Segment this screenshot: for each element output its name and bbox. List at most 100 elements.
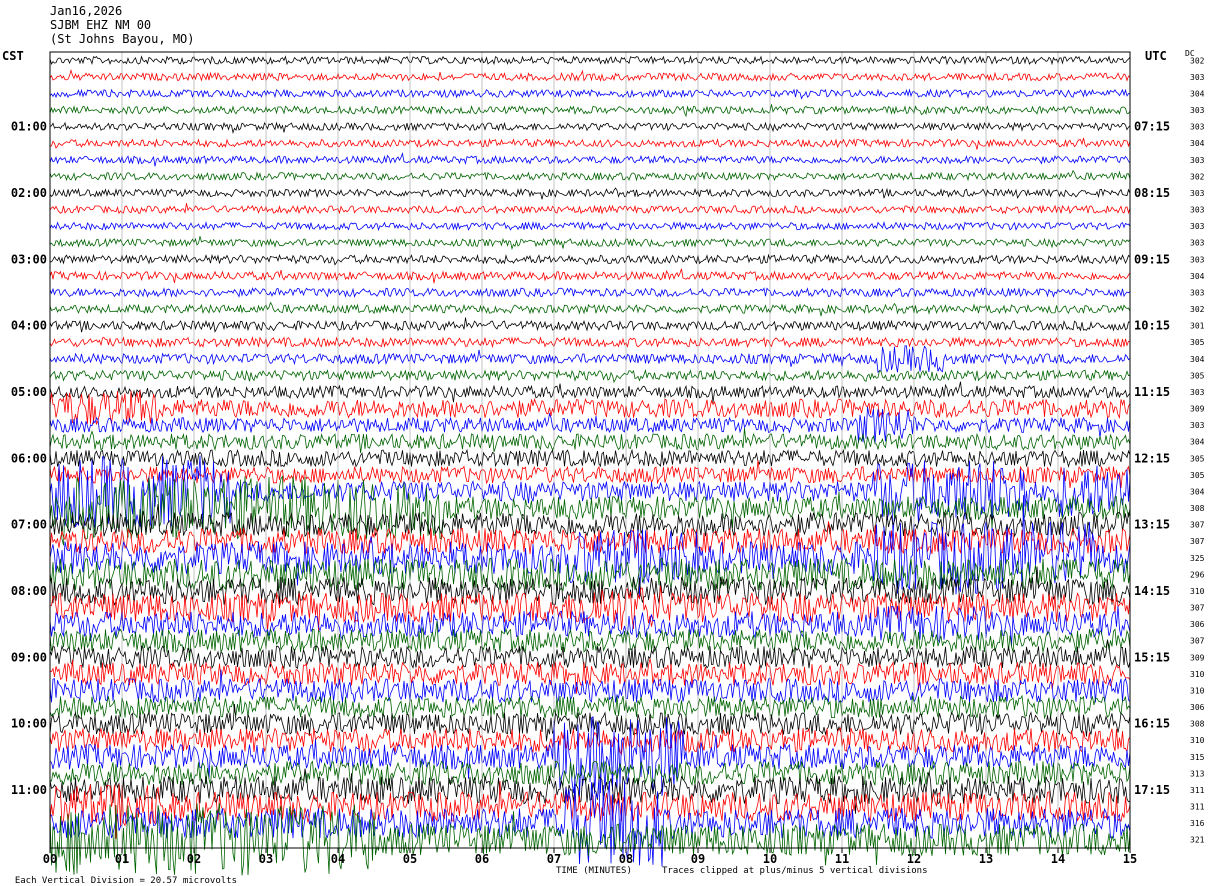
x-tick-label-8: 08 (619, 852, 633, 866)
right-hour-label-1: 08:15 (1134, 186, 1170, 200)
trace-row-10 (49, 221, 1131, 232)
dc-offset-21: 309 (1190, 405, 1205, 414)
left-hour-label-2: 03:00 (11, 252, 47, 266)
left-hour-label-7: 08:00 (11, 584, 47, 598)
trace-row-36 (49, 640, 1131, 670)
clip-footnote: Traces clipped at plus/minus 5 vertical … (662, 866, 928, 876)
x-tick-label-9: 09 (691, 852, 705, 866)
dc-offset-29: 307 (1190, 537, 1205, 546)
trace-row-6 (49, 152, 1131, 167)
right-hour-label-0: 07:15 (1134, 120, 1170, 134)
dc-offset-4: 303 (1190, 123, 1205, 132)
left-hour-label-4: 05:00 (11, 385, 47, 399)
trace-row-5 (49, 137, 1131, 150)
dc-offset-36: 309 (1190, 653, 1205, 662)
dc-offset-39: 306 (1190, 703, 1205, 712)
right-hour-label-6: 13:15 (1134, 518, 1170, 532)
trace-row-7 (49, 169, 1131, 182)
dc-offset-41: 310 (1190, 736, 1205, 745)
dc-offset-47: 321 (1190, 836, 1205, 845)
dc-offset-26: 304 (1190, 487, 1205, 496)
dc-offset-14: 303 (1190, 288, 1205, 297)
dc-offset-43: 313 (1190, 769, 1205, 778)
right-hour-label-2: 09:15 (1134, 252, 1170, 266)
trace-row-8 (49, 187, 1131, 200)
dc-offset-20: 303 (1190, 388, 1205, 397)
trace-row-14 (49, 287, 1131, 298)
dc-offset-8: 303 (1190, 189, 1205, 198)
right-hour-label-10: 17:15 (1134, 783, 1170, 797)
dc-offset-33: 307 (1190, 604, 1205, 613)
dc-offset-9: 303 (1190, 206, 1205, 215)
dc-offset-7: 302 (1190, 172, 1205, 181)
dc-offset-5: 304 (1190, 139, 1205, 148)
dc-offset-34: 306 (1190, 620, 1205, 629)
dc-offset-37: 310 (1190, 670, 1205, 679)
trace-row-20 (49, 381, 1131, 403)
trace-row-2 (49, 88, 1131, 100)
dc-offset-46: 316 (1190, 819, 1205, 828)
x-tick-label-1: 01 (115, 852, 129, 866)
right-hour-label-7: 14:15 (1134, 584, 1170, 598)
x-tick-label-12: 12 (907, 852, 921, 866)
trace-row-11 (49, 236, 1131, 251)
right-hour-label-4: 11:15 (1134, 385, 1170, 399)
dc-offset-15: 302 (1190, 305, 1205, 314)
dc-offset-31: 296 (1190, 570, 1205, 579)
trace-row-19 (49, 368, 1131, 384)
dc-offset-27: 308 (1190, 504, 1205, 513)
x-tick-label-6: 06 (475, 852, 489, 866)
trace-row-4 (49, 121, 1131, 134)
trace-row-41 (49, 727, 1131, 756)
helicorder-plot: 00 01 02 03 04 05 06 07 08 09 10 11 12 13 14 15 01:00 02:… (11, 51, 1205, 876)
trace-row-24 (49, 448, 1131, 469)
dc-offset-28: 307 (1190, 521, 1205, 530)
right-hour-label-8: 15:15 (1134, 650, 1170, 664)
dc-offset-45: 311 (1190, 803, 1205, 812)
trace-row-13 (49, 268, 1131, 284)
dc-offset-24: 305 (1190, 454, 1205, 463)
dc-offset-25: 305 (1190, 471, 1205, 480)
x-tick-label-5: 05 (403, 852, 417, 866)
x-tick-label-7: 07 (547, 852, 561, 866)
x-tick-label-4: 04 (331, 852, 345, 866)
scale-footnote: Each Vertical Division = 20.57 microvolt… (4, 866, 237, 886)
left-hour-label-3: 04:00 (11, 319, 47, 333)
time-axis-title: TIME (MINUTES) (556, 866, 632, 876)
right-hour-label-3: 10:15 (1134, 319, 1170, 333)
left-hour-label-6: 07:00 (11, 518, 47, 532)
x-tick-label-10: 10 (763, 852, 777, 866)
dc-offset-40: 308 (1190, 720, 1205, 729)
x-tick-label-14: 14 (1051, 852, 1065, 866)
x-tick-label-2: 02 (187, 852, 201, 866)
dc-offset-6: 303 (1190, 156, 1205, 165)
trace-row-9 (49, 203, 1131, 215)
left-hour-label-1: 02:00 (11, 186, 47, 200)
dc-offset-3: 303 (1190, 106, 1205, 115)
trace-row-18 (49, 345, 1131, 373)
dc-offset-2: 304 (1190, 89, 1205, 98)
dc-offset-18: 304 (1190, 355, 1205, 364)
dc-offset-32: 310 (1190, 587, 1205, 596)
left-hour-label-0: 01:00 (11, 120, 47, 134)
trace-row-15 (49, 301, 1131, 317)
x-tick-label-13: 13 (979, 852, 993, 866)
dc-offset-42: 315 (1190, 753, 1205, 762)
dc-offset-23: 304 (1190, 438, 1205, 447)
trace-row-12 (50, 253, 1131, 266)
trace-row-3 (49, 104, 1131, 118)
trace-row-42 (49, 716, 1131, 798)
dc-offset-22: 303 (1190, 421, 1205, 430)
trace-row-46 (49, 779, 1131, 867)
trace-row-35 (49, 620, 1131, 662)
dc-offset-13: 304 (1190, 272, 1205, 281)
left-hour-label-5: 06:00 (11, 451, 47, 465)
dc-offset-38: 310 (1190, 686, 1205, 695)
dc-offset-16: 301 (1190, 322, 1205, 331)
trace-row-38 (49, 669, 1131, 705)
left-hour-label-9: 10:00 (11, 717, 47, 731)
dc-offset-10: 303 (1190, 222, 1205, 231)
trace-layer (49, 55, 1131, 876)
dc-offset-0: 302 (1190, 56, 1205, 65)
dc-offset-17: 305 (1190, 338, 1205, 347)
